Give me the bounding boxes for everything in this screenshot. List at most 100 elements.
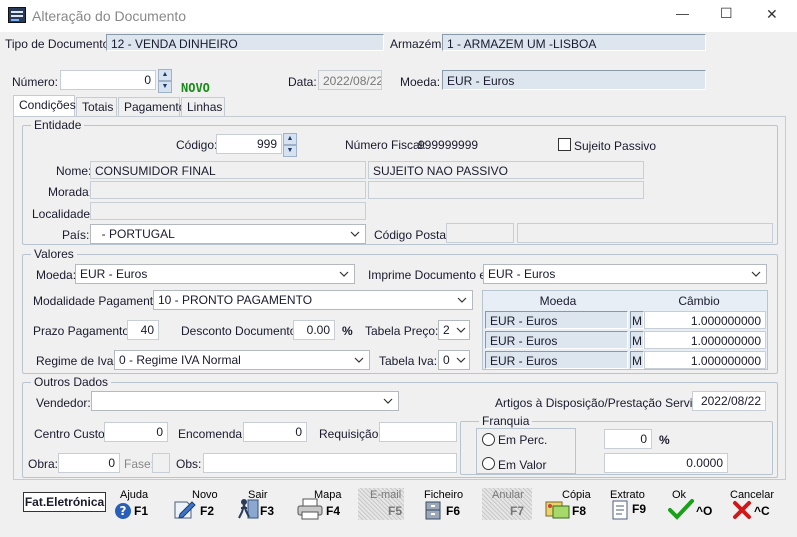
- ajuda-key: F1: [134, 504, 149, 518]
- mapa-button[interactable]: Mapa F4: [296, 486, 344, 526]
- prazo-input[interactable]: 40: [127, 320, 159, 340]
- cambio-row-value[interactable]: 1.000000000: [644, 351, 766, 369]
- chevron-up-icon[interactable]: ▲: [158, 69, 172, 81]
- desconto-input[interactable]: 0.00: [293, 320, 335, 340]
- ajuda-button[interactable]: Ajuda ? F1: [112, 486, 154, 526]
- cancelar-button[interactable]: Cancelar ^C: [728, 486, 778, 526]
- cambio-row-moeda: EUR - Euros: [485, 311, 628, 329]
- em-valor-label: Em Valor: [498, 458, 547, 472]
- nome-label: Nome:: [56, 164, 92, 178]
- fat-eletronica-button[interactable]: Fat.Eletrónica: [23, 492, 106, 512]
- centro-custo-input[interactable]: 0: [104, 422, 168, 442]
- tab-totais[interactable]: Totais: [76, 97, 117, 116]
- cambio-col-cambio: Câmbio: [678, 294, 720, 308]
- email-label: E-mail: [370, 489, 402, 501]
- minimize-icon[interactable]: —: [676, 6, 689, 21]
- chevron-up-icon[interactable]: ▲: [283, 133, 297, 145]
- email-button[interactable]: E-mail F5: [356, 486, 404, 526]
- regime-iva-select[interactable]: 0 - Regime IVA Normal: [114, 350, 370, 370]
- chevron-down-icon[interactable]: [349, 228, 361, 240]
- imprime-label: Imprime Documento em:: [368, 268, 500, 282]
- cambio-row-flag: M: [630, 351, 644, 369]
- ficheiro-button[interactable]: Ficheiro F6: [420, 486, 468, 526]
- ajuda-label: Ajuda: [120, 489, 149, 501]
- codigo-stepper[interactable]: ▲ ▼: [283, 133, 297, 157]
- modalidade-select[interactable]: 10 - PRONTO PAGAMENTO: [153, 290, 473, 310]
- requisicao-input[interactable]: [379, 422, 457, 442]
- obra-label: Obra:: [28, 457, 59, 471]
- codigo-input[interactable]: 999: [216, 134, 282, 154]
- valores-moeda-select[interactable]: EUR - Euros: [75, 264, 355, 284]
- cambio-row-value[interactable]: 1.000000000: [644, 331, 766, 349]
- imprime-value: EUR - Euros: [488, 267, 556, 281]
- chevron-down-icon[interactable]: ▼: [158, 81, 172, 93]
- exit-icon: [238, 499, 259, 519]
- close-icon[interactable]: ✕: [766, 6, 778, 23]
- franquia-valor-input[interactable]: 0.0000: [604, 453, 728, 473]
- sujeito-passivo-checkbox[interactable]: [558, 138, 571, 151]
- tabela-preco-select[interactable]: 2: [438, 320, 470, 340]
- anular-button[interactable]: Anular F7: [480, 486, 532, 526]
- copia-button[interactable]: Cópia F8: [542, 486, 594, 526]
- morada-extra-field: [368, 181, 644, 199]
- anular-label: Anular: [492, 489, 524, 501]
- help-icon: ?: [115, 503, 131, 519]
- chevron-down-icon[interactable]: [455, 354, 467, 366]
- numero-stepper[interactable]: ▲ ▼: [158, 69, 172, 93]
- window-title: Alteração do Documento: [32, 8, 187, 24]
- file-cabinet-icon: [425, 501, 441, 520]
- franquia-title: Franquia: [479, 414, 533, 428]
- chevron-down-icon[interactable]: [353, 354, 365, 366]
- ficheiro-key: F6: [446, 504, 461, 518]
- obra-input[interactable]: 0: [58, 453, 120, 473]
- tab-linhas[interactable]: Linhas: [181, 97, 225, 116]
- sair-button[interactable]: Sair F3: [236, 486, 278, 526]
- chevron-down-icon[interactable]: [456, 294, 468, 306]
- franquia-perc-sign: %: [659, 433, 670, 447]
- artigos-date-input[interactable]: 2022/08/22: [692, 391, 766, 411]
- chevron-down-icon[interactable]: [455, 324, 467, 336]
- statement-icon: [612, 500, 628, 520]
- encomenda-input[interactable]: 0: [243, 422, 307, 442]
- cambio-col-moeda: Moeda: [539, 294, 577, 308]
- numero-input[interactable]: 0: [60, 70, 156, 90]
- novo-button[interactable]: Novo F2: [172, 486, 220, 526]
- numero-fiscal-label: Número Fiscal:: [345, 138, 426, 152]
- cambio-row-flag: M: [630, 311, 644, 329]
- obs-input[interactable]: [203, 453, 457, 473]
- sujeito-passivo-label: Sujeito Passivo: [574, 139, 657, 153]
- obs-label: Obs:: [176, 457, 202, 471]
- maximize-icon[interactable]: ☐: [720, 5, 733, 22]
- tabela-iva-select[interactable]: 0: [438, 350, 470, 370]
- armazem-field: 1 - ARMAZEM UM -LISBOA: [442, 34, 706, 51]
- ok-button[interactable]: Ok ^O: [668, 486, 716, 526]
- new-document-icon: [174, 501, 196, 519]
- mapa-key: F4: [326, 504, 341, 518]
- tabela-preco-value: 2: [443, 323, 450, 337]
- tab-condicoes[interactable]: Condições: [13, 95, 76, 116]
- tab-pagamento[interactable]: Pagamento: [118, 97, 185, 116]
- chevron-down-icon[interactable]: [750, 268, 762, 280]
- vendedor-select[interactable]: [91, 391, 399, 411]
- chevron-down-icon[interactable]: [382, 395, 394, 407]
- desconto-percent: %: [342, 324, 353, 338]
- moeda-label: Moeda:: [400, 75, 441, 89]
- em-perc-radio[interactable]: [482, 433, 495, 446]
- entidade-title: Entidade: [31, 118, 85, 132]
- chevron-down-icon[interactable]: [338, 268, 350, 280]
- pais-label: País:: [62, 228, 90, 242]
- chevron-down-icon[interactable]: ▼: [283, 145, 297, 157]
- extrato-button[interactable]: Extrato F9: [608, 486, 654, 526]
- desconto-label: Desconto Documento:: [181, 324, 300, 338]
- em-valor-radio[interactable]: [482, 457, 495, 470]
- pais-value: - PORTUGAL: [95, 227, 175, 241]
- anular-key: F7: [510, 504, 525, 518]
- printer-icon: [297, 498, 323, 520]
- cambio-row-value[interactable]: 1.000000000: [644, 311, 766, 329]
- pais-select[interactable]: - PORTUGAL: [90, 224, 366, 244]
- prazo-label: Prazo Pagamento:: [33, 324, 133, 338]
- data-field: 2022/08/22: [318, 70, 382, 90]
- franquia-perc-input[interactable]: 0: [604, 429, 652, 449]
- morada-field: [90, 181, 366, 199]
- imprime-select[interactable]: EUR - Euros: [483, 264, 767, 284]
